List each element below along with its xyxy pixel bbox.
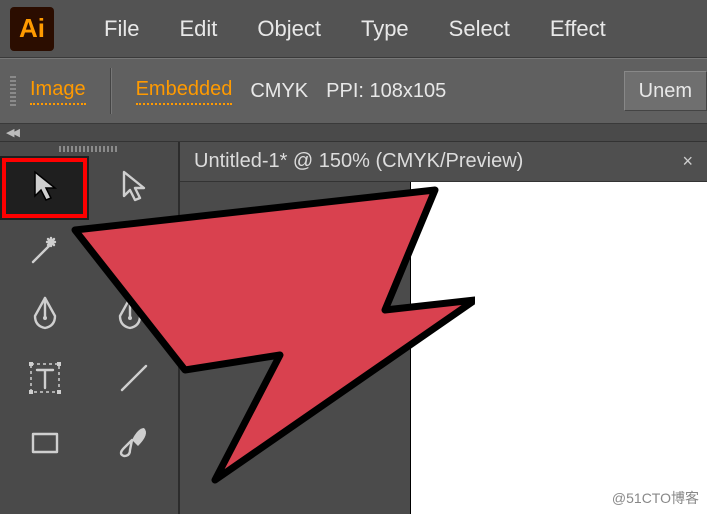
divider <box>110 68 112 114</box>
type-icon <box>25 358 65 403</box>
selection-icon <box>25 166 65 211</box>
direct-selection-icon <box>114 166 154 211</box>
embedded-link[interactable]: Embedded <box>136 78 233 105</box>
pen-icon <box>25 294 65 339</box>
watermark: @51CTO博客 <box>612 488 699 508</box>
document-area: Untitled-1* @ 150% (CMYK/Preview) × <box>180 142 707 514</box>
lasso-icon <box>114 230 154 275</box>
menu-bar: Ai File Edit Object Type Select Effect <box>0 0 707 58</box>
tools-panel-grabber[interactable] <box>0 142 178 156</box>
grip-lines-icon <box>59 146 119 152</box>
document-tab-bar: Untitled-1* @ 150% (CMYK/Preview) × <box>180 142 707 182</box>
unembed-button-label: Unem <box>639 80 692 103</box>
ppi-label: PPI: 108x105 <box>326 80 446 103</box>
app-logo-text: Ai <box>19 13 45 44</box>
menu-file[interactable]: File <box>104 16 139 42</box>
lasso-tool[interactable] <box>89 220 178 284</box>
pen-tool[interactable] <box>0 284 89 348</box>
controlbar-grabber[interactable] <box>10 76 16 106</box>
type-tool[interactable] <box>0 348 89 412</box>
line-icon <box>114 358 154 403</box>
canvas-viewport[interactable] <box>180 182 707 514</box>
magic-wand-tool[interactable] <box>0 220 89 284</box>
menu-edit[interactable]: Edit <box>179 16 217 42</box>
direct-selection-tool[interactable] <box>89 156 178 220</box>
collapse-arrows-icon: ◀◀ <box>6 126 17 139</box>
app-logo: Ai <box>10 7 54 51</box>
menu-object[interactable]: Object <box>257 16 321 42</box>
menu-effect[interactable]: Effect <box>550 16 606 42</box>
rectangle-tool[interactable] <box>0 412 89 476</box>
tools-panel <box>0 142 180 514</box>
pen-plus-icon <box>114 294 154 339</box>
control-bar: Image Embedded CMYK PPI: 108x105 Unem <box>0 58 707 124</box>
rectangle-icon <box>25 422 65 467</box>
color-mode-label: CMYK <box>250 80 308 103</box>
image-link[interactable]: Image <box>30 78 86 105</box>
document-tab-title[interactable]: Untitled-1* @ 150% (CMYK/Preview) <box>194 150 523 173</box>
magic-wand-icon <box>25 230 65 275</box>
line-segment-tool[interactable] <box>89 348 178 412</box>
artboard[interactable] <box>410 182 707 514</box>
paintbrush-tool[interactable] <box>89 412 178 476</box>
canvas-pasteboard <box>180 182 410 514</box>
selection-tool[interactable] <box>0 156 89 220</box>
document-tab-close-icon[interactable]: × <box>682 151 693 172</box>
brush-icon <box>114 422 154 467</box>
main-area: Untitled-1* @ 150% (CMYK/Preview) × <box>0 142 707 514</box>
tools-grid <box>0 156 178 476</box>
panel-collapse-strip[interactable]: ◀◀ <box>0 124 707 142</box>
menu-select[interactable]: Select <box>449 16 510 42</box>
menu-type[interactable]: Type <box>361 16 409 42</box>
add-anchor-point-tool[interactable] <box>89 284 178 348</box>
unembed-button[interactable]: Unem <box>624 71 707 111</box>
